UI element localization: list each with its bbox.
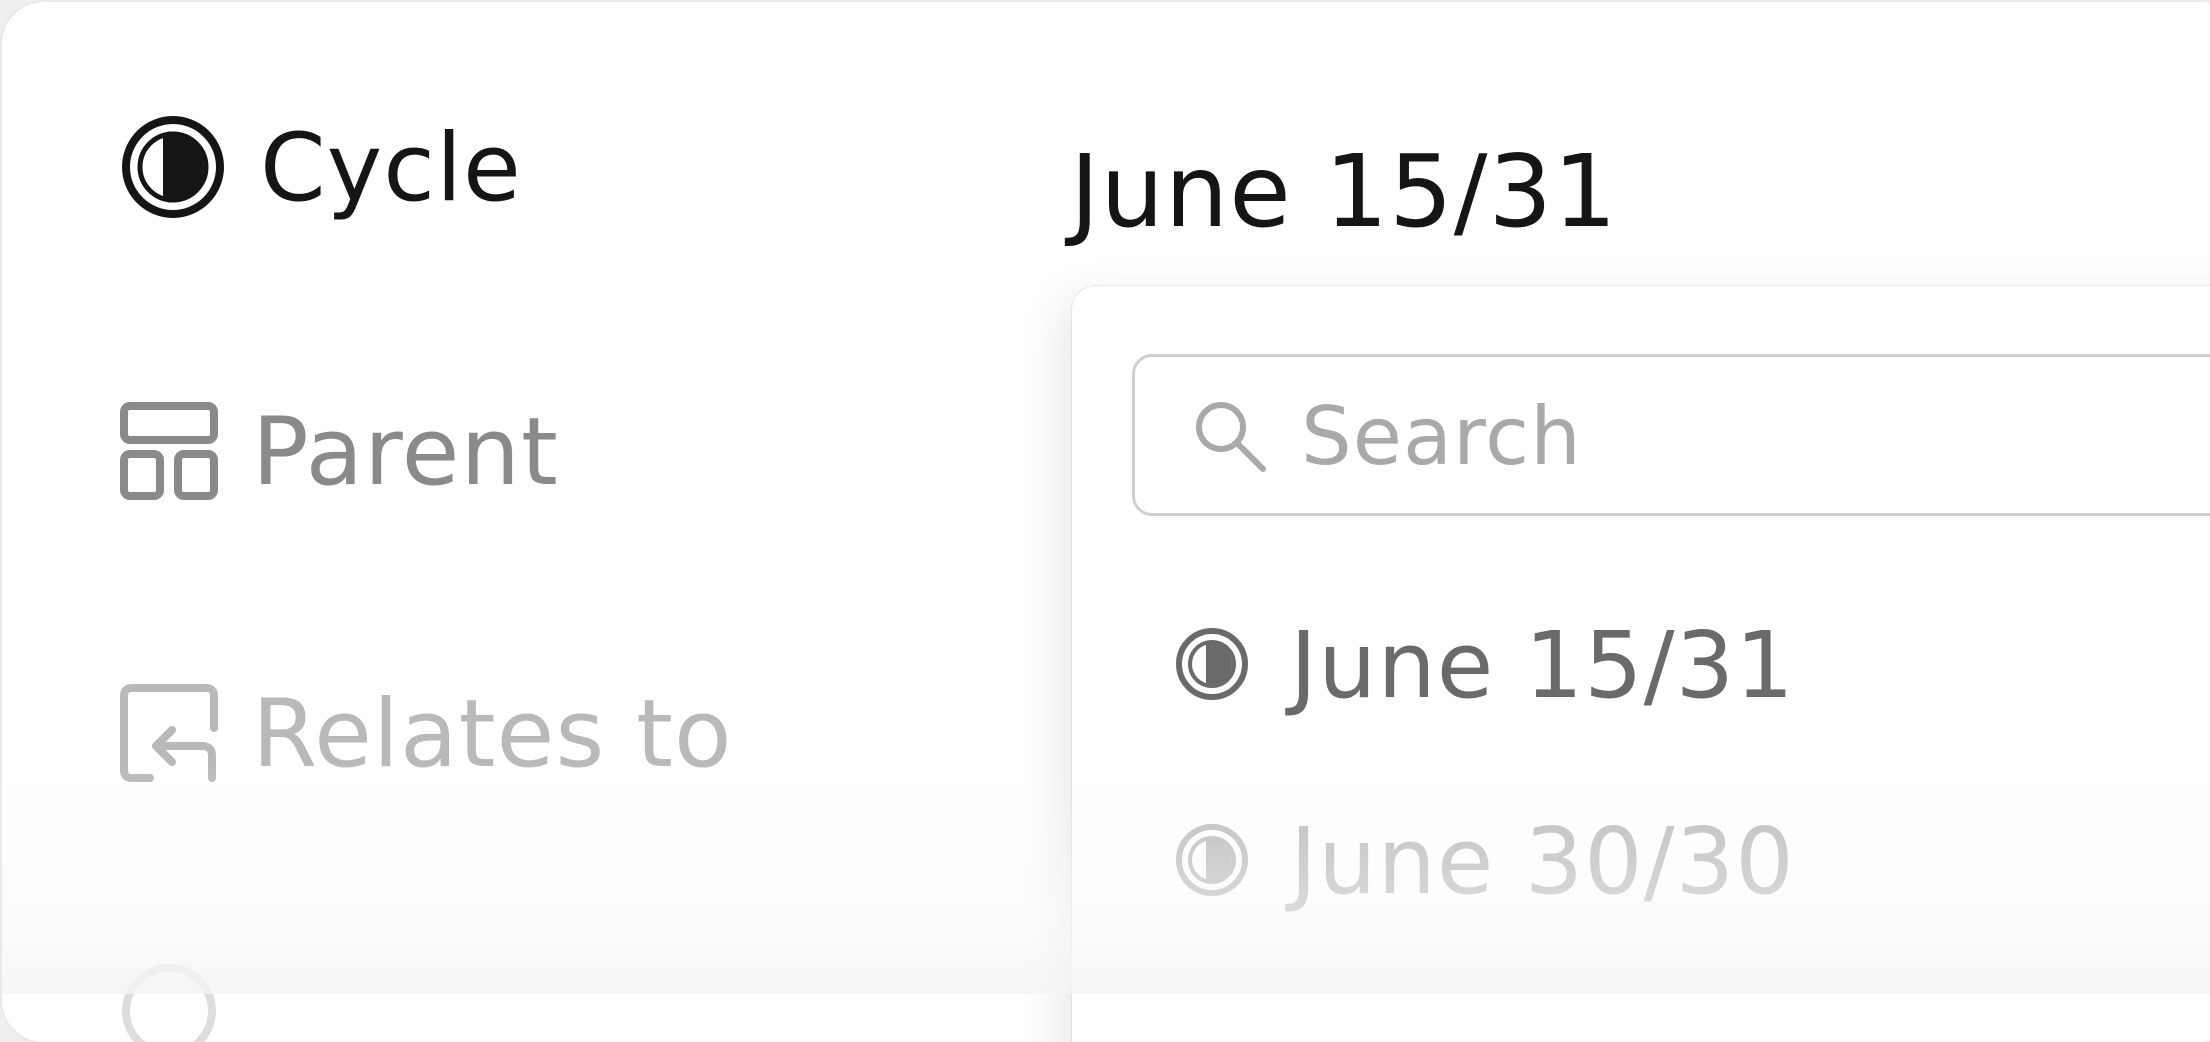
property-relates-label: Relates to <box>252 680 733 789</box>
cycle-icon <box>120 114 226 224</box>
layout-blocks-icon <box>120 402 218 504</box>
search-input[interactable] <box>1301 391 2201 481</box>
cycle-value[interactable]: June 15/31 <box>1070 142 1618 242</box>
cycle-dropdown: June 15/31 June 30/30 <box>1072 286 2210 1042</box>
half-filled-circle-icon <box>1174 626 1250 706</box>
cycle-option-label: June 30/30 <box>1290 808 1795 915</box>
property-next-faded <box>120 962 218 1042</box>
search-icon <box>1193 399 1269 479</box>
cycle-option-label: June 15/31 <box>1290 612 1795 719</box>
cycle-option[interactable]: June 15/31 <box>1174 620 1795 712</box>
relation-arrow-icon <box>120 684 218 786</box>
faded-circle-icon <box>120 962 218 1042</box>
property-parent[interactable]: Parent <box>120 402 559 504</box>
property-parent-label: Parent <box>252 398 559 507</box>
issue-properties-panel: Cycle June 15/31 Parent Relates to Searc… <box>2 2 2210 1042</box>
search-field[interactable] <box>1132 354 2210 516</box>
half-filled-circle-icon <box>1174 822 1250 902</box>
property-cycle-label: Cycle <box>260 114 522 223</box>
property-cycle[interactable]: Cycle <box>120 114 522 224</box>
property-relates-to[interactable]: Relates to <box>120 684 733 786</box>
cycle-option[interactable]: June 30/30 <box>1174 816 1795 908</box>
